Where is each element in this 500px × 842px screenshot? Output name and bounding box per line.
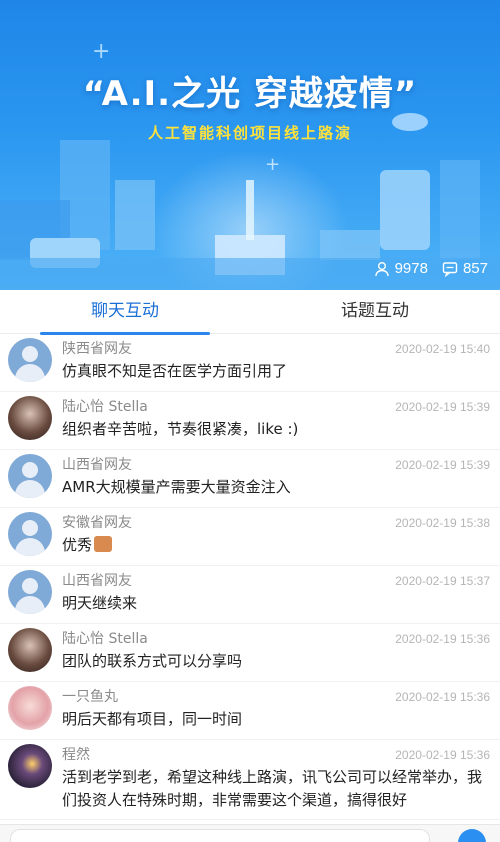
viewer-count: 9978 bbox=[374, 260, 428, 277]
message-text: AMR大规模量产需要大量资金注入 bbox=[62, 478, 291, 496]
avatar-user-icon bbox=[8, 570, 52, 614]
sender-name: 一只鱼丸 bbox=[62, 689, 118, 705]
svg-text:+: + bbox=[92, 39, 110, 64]
event-banner: + + “A.I.之光 穿越疫情” 人工智能科创项目线上路演 9978 857 bbox=[0, 0, 500, 290]
list-item: 山西省网友 2020-02-19 15:39 AMR大规模量产需要大量资金注入 bbox=[0, 450, 500, 508]
message-time: 2020-02-19 15:40 bbox=[395, 342, 490, 356]
chat-list[interactable]: 陕西省网友 2020-02-19 15:40 仿真眼不知是否在医学方面引用了 陆心… bbox=[0, 334, 500, 824]
message-time: 2020-02-19 15:39 bbox=[395, 400, 490, 414]
message-time: 2020-02-19 15:39 bbox=[395, 458, 490, 472]
message-time: 2020-02-19 15:37 bbox=[395, 574, 490, 588]
list-item: 陆心怡 Stella 2020-02-19 15:39 组织者辛苦啦，节奏很紧凑，… bbox=[0, 392, 500, 450]
sender-name: 陆心怡 Stella bbox=[62, 631, 148, 647]
avatar bbox=[8, 686, 52, 730]
svg-text:+: + bbox=[265, 154, 280, 175]
message-text: 明后天都有项目，同一时间 bbox=[62, 710, 243, 728]
tab-topics[interactable]: 话题互动 bbox=[250, 290, 500, 333]
sender-name: 陕西省网友 bbox=[62, 341, 132, 357]
banner-stats: 9978 857 bbox=[374, 260, 488, 277]
message-time: 2020-02-19 15:36 bbox=[395, 632, 490, 646]
sender-name: 山西省网友 bbox=[62, 573, 132, 589]
list-item: 一只鱼丸 2020-02-19 15:36 明后天都有项目，同一时间 bbox=[0, 682, 500, 740]
sender-name: 山西省网友 bbox=[62, 457, 132, 473]
comment-count: 857 bbox=[442, 260, 488, 277]
input-bar bbox=[0, 824, 500, 842]
avatar-user-icon bbox=[8, 454, 52, 498]
avatar-user-icon bbox=[8, 512, 52, 556]
list-item: 陆心怡 Stella 2020-02-19 15:36 团队的联系方式可以分享吗 bbox=[0, 624, 500, 682]
chat-input[interactable] bbox=[10, 829, 430, 842]
tab-chat[interactable]: 聊天互动 bbox=[0, 290, 250, 335]
message-text: 活到老学到老，希望这种线上路演，讯飞公司可以经常举办，我们投资人在特殊时期，非常… bbox=[62, 768, 483, 809]
message-text: 团队的联系方式可以分享吗 bbox=[62, 652, 243, 670]
thumbs-up-icon bbox=[94, 536, 113, 552]
message-time: 2020-02-19 15:36 bbox=[395, 690, 490, 704]
avatar bbox=[8, 396, 52, 440]
list-item: 陕西省网友 2020-02-19 15:40 仿真眼不知是否在医学方面引用了 bbox=[0, 334, 500, 392]
message-text: 优秀 bbox=[62, 534, 490, 557]
viewer-count-value: 9978 bbox=[394, 260, 428, 277]
list-item: 程然 2020-02-19 15:36 活到老学到老，希望这种线上路演，讯飞公司可… bbox=[0, 740, 500, 820]
message-text-content: 优秀 bbox=[62, 536, 93, 554]
tab-bar: 聊天互动 话题互动 bbox=[0, 290, 500, 335]
sender-name: 陆心怡 Stella bbox=[62, 399, 148, 415]
banner-title: “A.I.之光 穿越疫情” bbox=[82, 74, 418, 114]
comment-count-value: 857 bbox=[462, 260, 488, 277]
avatar-user-icon bbox=[8, 338, 52, 382]
message-time: 2020-02-19 15:38 bbox=[395, 516, 490, 530]
sender-name: 安徽省网友 bbox=[62, 515, 132, 531]
message-text: 仿真眼不知是否在医学方面引用了 bbox=[62, 362, 288, 380]
list-item: 安徽省网友 2020-02-19 15:38 优秀 bbox=[0, 508, 500, 566]
city-illustration: + + bbox=[0, 39, 500, 290]
avatar bbox=[8, 628, 52, 672]
message-text: 组织者辛苦啦，节奏很紧凑，like :) bbox=[62, 420, 299, 438]
message-text: 明天继续来 bbox=[62, 594, 138, 612]
banner-subtitle: 人工智能科创项目线上路演 bbox=[147, 124, 352, 142]
sender-name: 程然 bbox=[62, 747, 90, 763]
avatar bbox=[8, 744, 52, 788]
message-time: 2020-02-19 15:36 bbox=[395, 748, 490, 762]
list-item: 山西省网友 2020-02-19 15:37 明天继续来 bbox=[0, 566, 500, 624]
user-icon bbox=[374, 261, 389, 276]
send-button[interactable] bbox=[458, 829, 486, 842]
comment-icon bbox=[442, 261, 458, 277]
